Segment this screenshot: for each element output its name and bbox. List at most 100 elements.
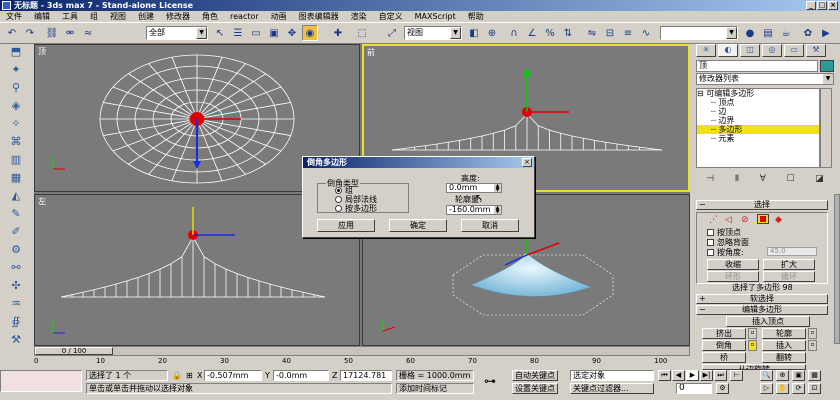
flip-button[interactable]: 翻转	[762, 352, 806, 363]
outline-settings-button[interactable]: ▫	[808, 328, 817, 339]
bridge-button[interactable]: 桥	[702, 352, 746, 363]
by-angle-field[interactable]: 45.0	[767, 247, 817, 256]
tab-motion-icon[interactable]: ◎	[762, 44, 782, 57]
link-icon[interactable]: ⛓	[44, 25, 60, 41]
menu-item[interactable]: 工具	[56, 11, 84, 22]
command-panel-scrollbar[interactable]	[834, 194, 840, 344]
bone-icon[interactable]: ⚯	[6, 260, 26, 276]
orbit-icon[interactable]: ⟳	[792, 383, 805, 394]
hair-icon[interactable]: ∯	[6, 314, 26, 330]
stack-item[interactable]: ┈ 边	[697, 107, 819, 116]
pivot-icon[interactable]: ◧	[466, 25, 482, 41]
tab-utilities-icon[interactable]: ⚒	[806, 44, 826, 57]
align-icon[interactable]: ⊟	[602, 25, 618, 41]
curve-editor-icon[interactable]: ∿	[638, 25, 654, 41]
spinner-arrows-icon[interactable]: ▲ ▼	[494, 184, 501, 193]
key-mode-icon[interactable]: ⊢	[730, 370, 743, 381]
tab-hierarchy-icon[interactable]: ◫	[740, 44, 760, 57]
cancel-button[interactable]: 取消	[461, 219, 519, 232]
spinner-snap-icon[interactable]: ⇅	[560, 25, 576, 41]
x-coord-field[interactable]: -0.507mm	[204, 370, 262, 381]
z-coord-field[interactable]: 17124.781	[340, 370, 392, 381]
select-by-name-icon[interactable]: ☰	[230, 25, 246, 41]
select-rotate-icon[interactable]: ◉	[302, 25, 318, 41]
radio-by-polygon[interactable]: 按多边形	[335, 203, 377, 214]
tool-icon[interactable]: ⚒	[6, 332, 26, 348]
menu-item[interactable]: 创建	[132, 11, 160, 22]
ok-button[interactable]: 确定	[389, 219, 447, 232]
pan-icon[interactable]: ✋	[776, 383, 789, 394]
shrink-button[interactable]: 收缩	[707, 259, 759, 270]
light-icon[interactable]: ⚲	[6, 80, 26, 96]
render-icon[interactable]: ☕	[778, 25, 794, 41]
menu-item[interactable]: 渲染	[345, 11, 373, 22]
layer-icon[interactable]: ≡	[620, 25, 636, 41]
utility-icon[interactable]: ⚙	[6, 242, 26, 258]
percent-snap-icon[interactable]: %	[542, 25, 558, 41]
close-button[interactable]: ×	[828, 1, 838, 10]
render-setup-icon[interactable]: ▤	[760, 25, 776, 41]
select-scale-icon[interactable]: ✚	[330, 25, 346, 41]
bevel-settings-button[interactable]: ▫	[748, 340, 757, 351]
object-name-field[interactable]: 顶	[696, 60, 818, 72]
selected-object-select[interactable]: 选定对象	[570, 370, 654, 381]
display-icon[interactable]: ✐	[6, 224, 26, 240]
insert-vertex-button[interactable]: 插入顶点	[726, 316, 810, 327]
time-slider-track[interactable]: 0 / 100	[34, 346, 690, 356]
zoom-icon[interactable]: 🔍	[760, 370, 773, 381]
grow-button[interactable]: 扩大	[763, 259, 815, 270]
abs-rel-toggle-icon[interactable]: ⊞	[186, 371, 193, 380]
minimize-button[interactable]: _	[806, 1, 816, 10]
stack-item[interactable]: ┈ 顶点	[697, 98, 819, 107]
unlink-icon[interactable]: ⚮	[62, 25, 78, 41]
quick-render-icon[interactable]: ✿	[800, 25, 816, 41]
make-unique-icon[interactable]: ∀	[760, 174, 766, 188]
angle-snap-icon[interactable]: ∠	[524, 25, 540, 41]
menu-item[interactable]: 帮助	[462, 11, 490, 22]
shape-icon[interactable]: ✦	[6, 62, 26, 78]
snap-icon[interactable]: ∩	[506, 25, 522, 41]
maximize-button[interactable]: □	[817, 1, 827, 10]
select-object-icon[interactable]: ↖	[212, 25, 228, 41]
inset-button[interactable]: 插入	[762, 340, 806, 351]
add-time-tag[interactable]: 添加时间标记	[396, 383, 474, 394]
cloth-icon[interactable]: ♒	[6, 296, 26, 312]
helper-icon[interactable]: ✧	[6, 116, 26, 132]
menu-item[interactable]: 图表编辑器	[293, 11, 345, 22]
ref-coord-select[interactable]: 视图 ▼	[404, 26, 462, 40]
select-manipulate-icon[interactable]: ⊕	[484, 25, 500, 41]
soft-selection-rollout-header[interactable]: + 软选择	[696, 294, 828, 304]
stack-item[interactable]: ┈ 元素	[697, 134, 819, 143]
stack-item[interactable]: ⊟ 可编辑多边形	[697, 89, 819, 98]
vertex-mode-icon[interactable]: ⋰	[709, 215, 718, 225]
time-config-icon[interactable]: ⚙	[716, 383, 729, 394]
menu-item[interactable]: 动画	[265, 11, 293, 22]
select-move-icon[interactable]: ✥	[284, 25, 300, 41]
lock-selection-icon[interactable]: 🔒	[172, 371, 182, 380]
modifier-icon[interactable]: ▦	[6, 170, 26, 186]
prev-frame-icon[interactable]: ◀	[672, 370, 685, 381]
zoom-extents-all-icon[interactable]: ▦	[808, 370, 821, 381]
hierarchy-icon[interactable]: ◭	[6, 188, 26, 204]
zoom-all-icon[interactable]: ⊕	[776, 370, 789, 381]
tab-modify-icon[interactable]: ◐	[718, 44, 738, 57]
menu-item[interactable]: 组	[84, 11, 104, 22]
bevel-button[interactable]: 倒角	[702, 340, 746, 351]
auto-key-button[interactable]: 自动关键点	[512, 370, 558, 381]
redo-icon[interactable]: ↷	[22, 25, 38, 41]
move-icon[interactable]: ⤢	[384, 25, 400, 41]
tab-display-icon[interactable]: ▭	[784, 44, 804, 57]
height-spinner[interactable]: 0.0mm ▲ ▼	[446, 183, 502, 193]
stack-scrollbar[interactable]	[820, 88, 832, 168]
mirror-icon[interactable]: ⇋	[584, 25, 600, 41]
menu-item[interactable]: 角色	[196, 11, 224, 22]
menu-item[interactable]: MAXScript	[409, 11, 462, 22]
remove-modifier-icon[interactable]: ☐	[786, 174, 794, 188]
tab-create-icon[interactable]: ✳	[696, 44, 716, 57]
y-coord-field[interactable]: -0.0mm	[273, 370, 329, 381]
render-last-icon[interactable]: ▶	[818, 25, 834, 41]
create-icon[interactable]: ⬒	[6, 44, 26, 60]
edit-polygons-rollout-header[interactable]: − 编辑多边形	[696, 305, 828, 315]
motion-icon[interactable]: ✎	[6, 206, 26, 222]
time-slider[interactable]: 0 / 100	[35, 347, 113, 355]
